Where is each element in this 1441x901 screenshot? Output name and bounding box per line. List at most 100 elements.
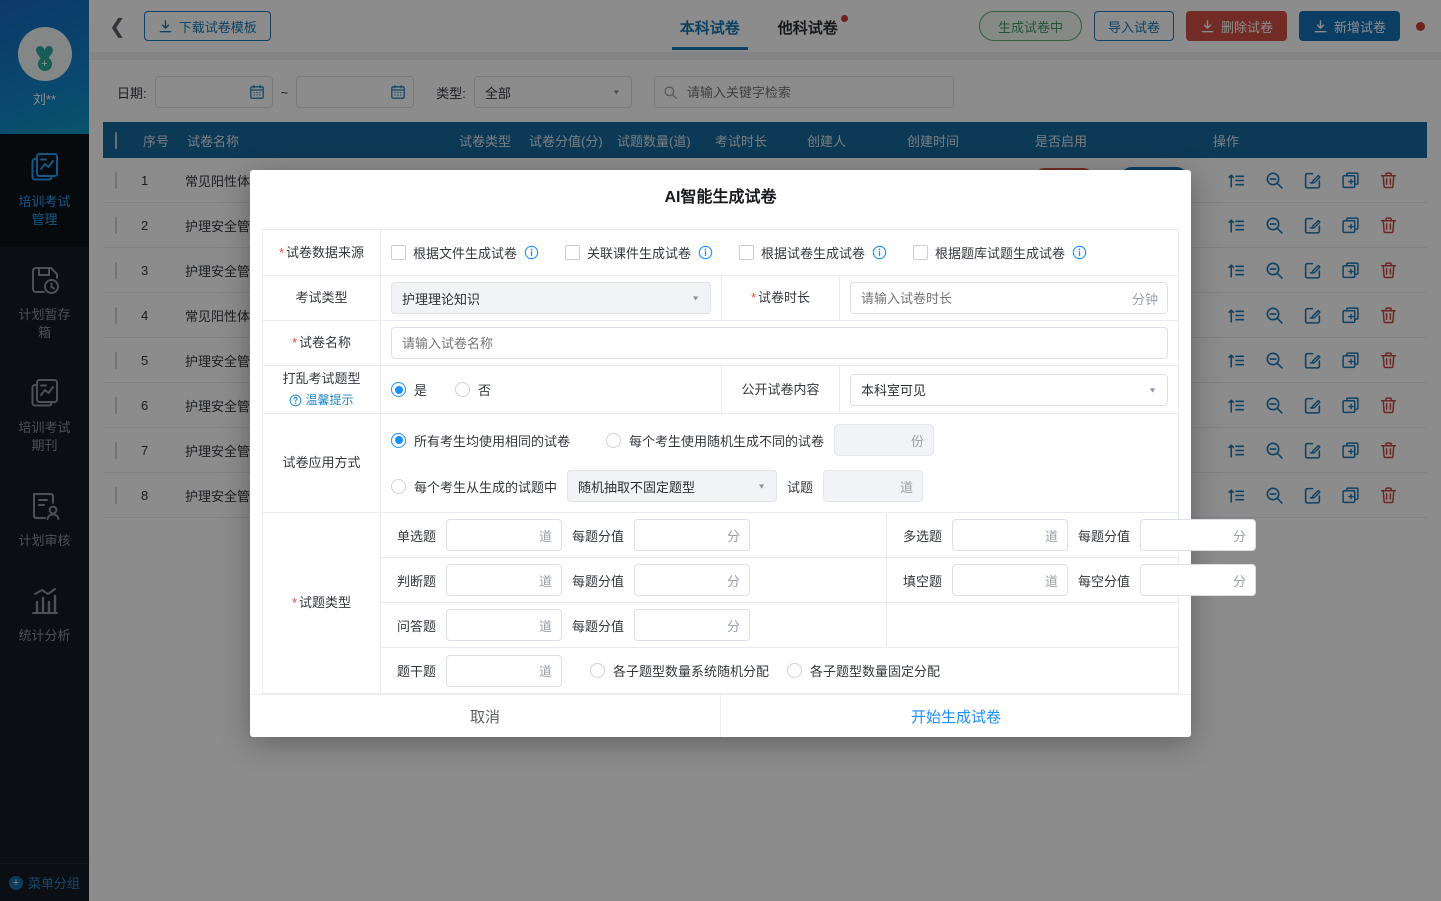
qtype-name: 判断题: [397, 571, 436, 590]
stem-distribution-label: 各子题型数量系统随机分配: [613, 661, 769, 680]
modal-title: AI智能生成试卷: [250, 170, 1191, 221]
qtype-count-input[interactable]: [446, 519, 562, 551]
qtype-count-field[interactable]: 道: [446, 609, 562, 641]
visibility-select[interactable]: 本科室可见 ▼: [850, 374, 1168, 406]
source-option-1[interactable]: 关联课件生成试卷: [565, 243, 713, 262]
radio-icon: [455, 382, 470, 397]
apply-mode-label: 试卷应用方式: [282, 454, 360, 472]
cancel-button[interactable]: 取消: [250, 695, 720, 737]
qtype-count-input[interactable]: [952, 564, 1068, 596]
visibility-value: 本科室可见: [861, 380, 926, 399]
paper-name-input[interactable]: [391, 327, 1168, 359]
qtype-name: 填空题: [903, 571, 942, 590]
shuffle-yes-label: 是: [414, 380, 427, 399]
exam-type-label: 考试类型: [295, 289, 347, 307]
qtype-score-input[interactable]: [634, 609, 750, 641]
radio-icon: [606, 433, 621, 448]
qtype-score-label: 每题分值: [1078, 526, 1130, 545]
qtype-score-field[interactable]: 分: [1140, 519, 1256, 551]
radio-selected-icon: [391, 433, 406, 448]
stem-distribution-radio-1[interactable]: 各子题型数量固定分配: [787, 661, 940, 680]
app-root: ♥ + 刘** 培训考试管理计划暂存箱培训考试期刊计划审核统计分析 + 菜单分组…: [0, 0, 1441, 901]
duration-field[interactable]: 分钟: [850, 282, 1168, 314]
start-generate-button[interactable]: 开始生成试卷: [720, 695, 1191, 737]
warm-tip-label: 温馨提示: [305, 391, 353, 409]
qtype-name: 题干题: [397, 661, 436, 680]
question-circle-icon: [289, 394, 302, 407]
qtype-right: 填空题道每空分值分: [886, 558, 1266, 602]
qtype-right: 多选题道每题分值分: [886, 513, 1266, 557]
apply-option-label: 每个考生使用随机生成不同的试卷: [629, 431, 824, 450]
draw-mode-select[interactable]: 随机抽取不固定题型 ▼: [567, 470, 777, 502]
checkbox-icon: [565, 245, 580, 260]
paper-copies-input[interactable]: [834, 424, 934, 456]
exam-type-select[interactable]: 护理理论知识 ▼: [391, 282, 711, 314]
apply-option-label: 每个考生从生成的试题中: [414, 477, 557, 496]
info-icon: [872, 245, 887, 260]
shuffle-yes-radio[interactable]: 是: [391, 380, 427, 399]
draw-count-input[interactable]: [823, 470, 923, 502]
radio-icon: [787, 663, 802, 678]
qtype-left: 判断题道每题分值分: [381, 558, 886, 602]
checkbox-icon: [391, 245, 406, 260]
shuffle-no-radio[interactable]: 否: [455, 380, 491, 399]
apply-same-paper-radio[interactable]: 所有考生均使用相同的试卷: [391, 431, 570, 450]
source-option-label: 根据文件生成试卷: [413, 243, 517, 262]
duration-input[interactable]: [850, 282, 1168, 314]
exam-type-value: 护理理论知识: [402, 289, 480, 308]
draw-questions-label: 试题: [787, 477, 813, 496]
chevron-down-icon: ▼: [757, 482, 766, 490]
warm-tip-link[interactable]: 温馨提示: [289, 391, 353, 409]
qtype-count-field[interactable]: 道: [952, 564, 1068, 596]
qtype-score-field[interactable]: 分: [634, 609, 750, 641]
qtype-left: 单选题道每题分值分: [381, 513, 886, 557]
radio-icon: [590, 663, 605, 678]
qtype-score-field[interactable]: 分: [634, 519, 750, 551]
stem-count-input[interactable]: [446, 655, 562, 687]
source-option-0[interactable]: 根据文件生成试卷: [391, 243, 539, 262]
qtype-score-field[interactable]: 分: [634, 564, 750, 596]
source-option-label: 根据题库试题生成试卷: [935, 243, 1065, 262]
qtype-name: 问答题: [397, 616, 436, 635]
apply-random-paper-radio[interactable]: 每个考生使用随机生成不同的试卷: [606, 431, 824, 450]
shuffle-no-label: 否: [478, 380, 491, 399]
qtype-count-input[interactable]: [952, 519, 1068, 551]
paper-copies-field[interactable]: 份: [834, 424, 934, 456]
qtype-score-input[interactable]: [1140, 564, 1256, 596]
visibility-label: 公开试卷内容: [741, 381, 819, 399]
ai-generate-paper-modal: AI智能生成试卷 试卷数据来源 根据文件生成试卷关联课件生成试卷根据试卷生成试卷…: [250, 170, 1191, 737]
apply-option-label: 所有考生均使用相同的试卷: [414, 431, 570, 450]
question-type-row: 单选题道每题分值分多选题道每题分值分: [381, 513, 1178, 558]
duration-label: 试卷时长: [751, 289, 810, 307]
radio-icon: [391, 479, 406, 494]
qtype-score-input[interactable]: [634, 519, 750, 551]
source-option-3[interactable]: 根据题库试题生成试卷: [913, 243, 1087, 262]
question-types-label: 试题类型: [292, 594, 351, 612]
qtype-score-label: 每空分值: [1078, 571, 1130, 590]
qtype-score-label: 每题分值: [572, 571, 624, 590]
radio-selected-icon: [391, 382, 406, 397]
question-type-row: 问答题道每题分值分: [381, 603, 1178, 648]
stem-distribution-label: 各子题型数量固定分配: [810, 661, 940, 680]
draw-count-field[interactable]: 道: [823, 470, 923, 502]
qtype-score-field[interactable]: 分: [1140, 564, 1256, 596]
qtype-count-input[interactable]: [446, 609, 562, 641]
draw-mode-value: 随机抽取不固定题型: [578, 477, 695, 496]
chevron-down-icon: ▼: [1148, 386, 1157, 394]
apply-draw-questions-radio[interactable]: 每个考生从生成的试题中: [391, 477, 557, 496]
qtype-count-field[interactable]: 道: [952, 519, 1068, 551]
qtype-score-label: 每题分值: [572, 616, 624, 635]
qtype-score-input[interactable]: [1140, 519, 1256, 551]
qtype-count-field[interactable]: 道: [446, 519, 562, 551]
source-option-2[interactable]: 根据试卷生成试卷: [739, 243, 887, 262]
qtype-count-field[interactable]: 道: [446, 564, 562, 596]
paper-name-field[interactable]: [391, 327, 1168, 359]
qtype-score-input[interactable]: [634, 564, 750, 596]
paper-name-label: 试卷名称: [292, 334, 351, 352]
qtype-count-input[interactable]: [446, 564, 562, 596]
shuffle-label: 打乱考试题型: [282, 370, 360, 388]
stem-distribution-radio-0[interactable]: 各子题型数量系统随机分配: [590, 661, 769, 680]
qtype-score-label: 每题分值: [572, 526, 624, 545]
source-options: 根据文件生成试卷 关联课件生成试卷 根据试卷生成试卷 根据题库试题生成试卷: [381, 230, 1178, 275]
stem-count-field[interactable]: 道: [446, 655, 562, 687]
